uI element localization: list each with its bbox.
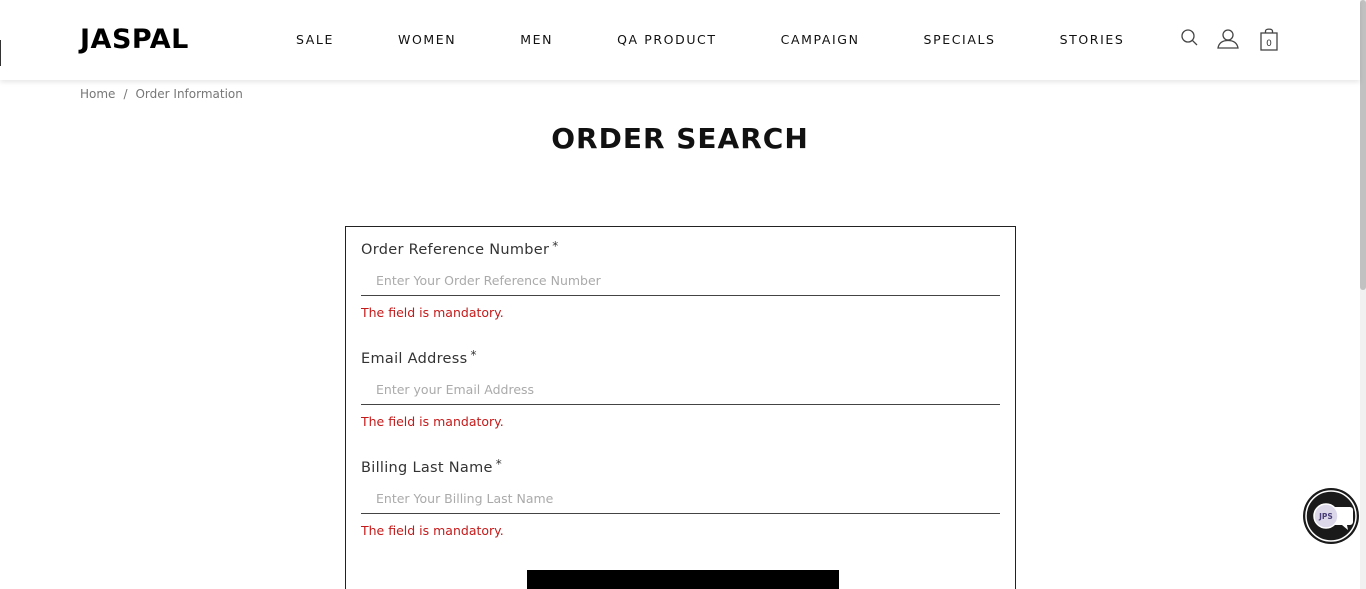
- header-icons: 0: [1178, 27, 1282, 53]
- nav-item-women[interactable]: WOMEN: [398, 32, 456, 48]
- chat-widget[interactable]: JPS: [1302, 487, 1360, 545]
- site-logo[interactable]: JASPAL: [80, 23, 189, 57]
- email-field: Email Address* The field is mandatory.: [361, 348, 1001, 430]
- order-reference-field: Order Reference Number* The field is man…: [361, 239, 1001, 321]
- order-reference-input[interactable]: [361, 266, 1000, 296]
- search-button[interactable]: SEARCH: [527, 570, 839, 589]
- order-reference-label: Order Reference Number *: [361, 239, 559, 258]
- breadcrumb-separator: /: [123, 87, 128, 101]
- order-reference-error: The field is mandatory.: [361, 305, 504, 320]
- required-marker: *: [552, 239, 559, 253]
- billing-last-name-label: Billing Last Name *: [361, 457, 503, 476]
- nav-item-qa-product[interactable]: QA PRODUCT: [617, 32, 717, 48]
- page-scrollbar[interactable]: [1360, 0, 1366, 589]
- billing-last-name-field: Billing Last Name* The field is mandator…: [361, 457, 1001, 539]
- breadcrumb-home[interactable]: Home: [80, 87, 115, 101]
- shopping-bag-icon[interactable]: 0: [1258, 27, 1282, 53]
- billing-last-name-error: The field is mandatory.: [361, 523, 504, 538]
- page-title: ORDER SEARCH: [551, 122, 809, 155]
- user-icon[interactable]: [1216, 27, 1240, 53]
- order-search-form: Order Reference Number* The field is man…: [345, 226, 1016, 589]
- site-header: JASPAL SALE WOMEN MEN QA PRODUCT CAMPAIG…: [0, 0, 1360, 80]
- chat-widget-label: JPS: [1318, 512, 1333, 521]
- nav-item-campaign[interactable]: CAMPAIGN: [781, 32, 860, 48]
- header-edge-divider: [0, 40, 1, 66]
- cart-count: 0: [1266, 39, 1272, 49]
- required-marker: *: [495, 457, 503, 471]
- nav-item-specials[interactable]: SPECIALS: [924, 32, 996, 48]
- email-label: Email Address *: [361, 348, 477, 367]
- chat-bubble-icon: JPS: [1303, 488, 1359, 544]
- nav-item-stories[interactable]: STORIES: [1060, 32, 1125, 48]
- search-icon[interactable]: [1178, 27, 1202, 53]
- nav-item-men[interactable]: MEN: [520, 32, 553, 48]
- scrollbar-thumb[interactable]: [1360, 0, 1366, 290]
- main-nav: SALE WOMEN MEN QA PRODUCT CAMPAIGN SPECI…: [296, 32, 1124, 48]
- email-error: The field is mandatory.: [361, 414, 504, 429]
- billing-last-name-input[interactable]: [361, 484, 1000, 514]
- required-marker: *: [470, 348, 477, 362]
- nav-item-sale[interactable]: SALE: [296, 32, 334, 48]
- breadcrumb: Home / Order Information: [80, 86, 243, 102]
- breadcrumb-current: Order Information: [135, 87, 243, 101]
- email-input[interactable]: [361, 375, 1000, 405]
